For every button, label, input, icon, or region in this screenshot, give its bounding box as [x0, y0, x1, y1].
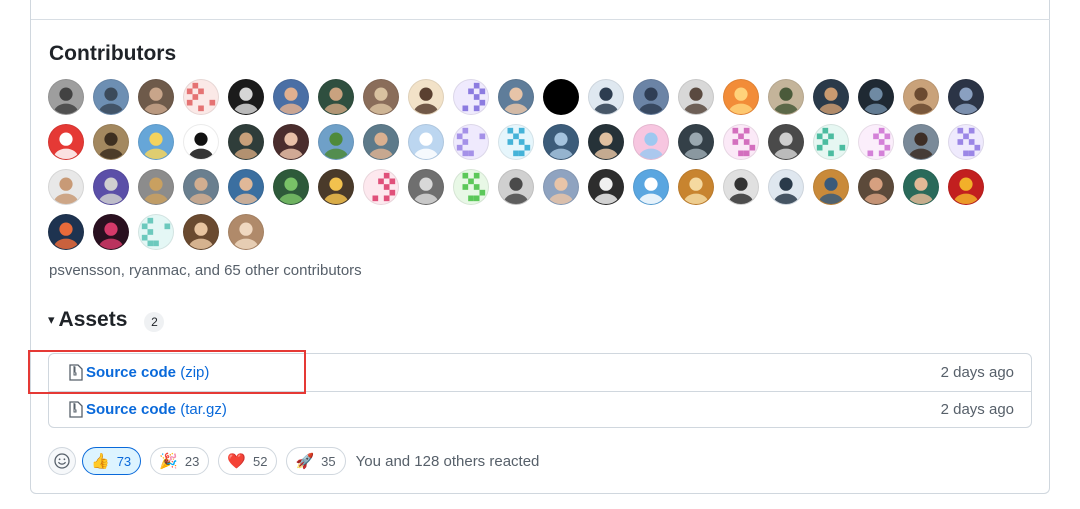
contributor-avatar[interactable] [273, 79, 309, 115]
contributor-avatar[interactable] [678, 79, 714, 115]
asset-link-tar-gz[interactable]: Source code (tar.gz) [86, 401, 227, 418]
contributor-avatar[interactable] [363, 169, 399, 205]
contributor-avatar[interactable] [498, 169, 534, 205]
highlight-annotation-box [28, 350, 306, 394]
reaction-count: 35 [321, 453, 336, 469]
smiley-icon [54, 453, 70, 469]
contributor-avatar[interactable] [813, 169, 849, 205]
section-divider [31, 19, 1050, 20]
asset-date: 2 days ago [940, 364, 1014, 381]
contributor-avatar[interactable] [453, 169, 489, 205]
contributor-avatar[interactable] [813, 124, 849, 160]
contributor-avatar[interactable] [633, 169, 669, 205]
assets-header[interactable]: ▾ Assets 2 [48, 308, 165, 332]
contributor-avatar[interactable] [183, 79, 219, 115]
contributor-avatar[interactable] [183, 214, 219, 250]
contributor-avatar[interactable] [318, 124, 354, 160]
contributor-avatar[interactable] [903, 169, 939, 205]
contributor-avatar[interactable] [858, 169, 894, 205]
caret-down-icon[interactable]: ▾ [48, 312, 55, 328]
contributor-avatar[interactable] [408, 124, 444, 160]
contributor-avatar[interactable] [93, 214, 129, 250]
contributor-avatar[interactable] [633, 124, 669, 160]
contributor-avatar[interactable] [948, 79, 984, 115]
contributor-avatar[interactable] [228, 124, 264, 160]
reaction-thumbs-up[interactable]: 👍 73 [82, 447, 142, 475]
contributors-avatar-list [48, 79, 988, 250]
rocket-icon: 🚀 [295, 452, 315, 470]
add-reaction-button[interactable] [48, 447, 76, 475]
contributor-avatar[interactable] [228, 214, 264, 250]
contributor-avatar[interactable] [678, 169, 714, 205]
contributor-avatar[interactable] [768, 79, 804, 115]
party-popper-icon: 🎉 [159, 452, 178, 470]
contributor-avatar[interactable] [93, 79, 129, 115]
contributor-avatar[interactable] [588, 124, 624, 160]
contributor-avatar[interactable] [363, 79, 399, 115]
reaction-count: 23 [184, 453, 200, 469]
contributor-avatar[interactable] [408, 79, 444, 115]
contributor-avatar[interactable] [498, 79, 534, 115]
reactions-bar: 👍 73 🎉 23 ❤️ 52 🚀 35 You and 128 others … [48, 447, 539, 475]
contributor-avatar[interactable] [138, 169, 174, 205]
contributor-avatar[interactable] [363, 124, 399, 160]
contributor-avatar[interactable] [228, 169, 264, 205]
contributor-avatar[interactable] [48, 79, 84, 115]
contributor-avatar[interactable] [183, 169, 219, 205]
assets-count-badge: 2 [144, 312, 165, 332]
thumbs-up-icon: 👍 [91, 452, 110, 470]
reactions-summary: You and 128 others reacted [355, 452, 540, 470]
contributor-avatar[interactable] [678, 124, 714, 160]
assets-title[interactable]: Assets [59, 308, 128, 332]
contributor-avatar[interactable] [543, 79, 579, 115]
contributor-avatar[interactable] [813, 79, 849, 115]
contributor-avatar[interactable] [948, 169, 984, 205]
contributor-avatar[interactable] [453, 79, 489, 115]
contributor-avatar[interactable] [138, 79, 174, 115]
contributor-avatar[interactable] [543, 169, 579, 205]
contributor-avatar[interactable] [768, 124, 804, 160]
contributor-avatar[interactable] [633, 79, 669, 115]
asset-date: 2 days ago [940, 401, 1014, 418]
file-zip-icon [69, 401, 83, 418]
contributor-avatar[interactable] [723, 79, 759, 115]
contributors-summary[interactable]: psvensson, ryanmac, and 65 other contrib… [49, 262, 362, 279]
contributor-avatar[interactable] [903, 124, 939, 160]
contributor-avatar[interactable] [498, 124, 534, 160]
reaction-count: 52 [253, 453, 268, 469]
contributor-avatar[interactable] [48, 214, 84, 250]
contributor-avatar[interactable] [273, 169, 309, 205]
contributor-avatar[interactable] [588, 79, 624, 115]
contributor-avatar[interactable] [48, 169, 84, 205]
contributor-avatar[interactable] [948, 124, 984, 160]
contributor-avatar[interactable] [93, 124, 129, 160]
asset-row[interactable]: Source code (tar.gz) 2 days ago [49, 391, 1031, 428]
contributor-avatar[interactable] [318, 79, 354, 115]
contributor-avatar[interactable] [903, 79, 939, 115]
contributor-avatar[interactable] [858, 124, 894, 160]
contributor-avatar[interactable] [48, 124, 84, 160]
contributor-avatar[interactable] [588, 169, 624, 205]
contributor-avatar[interactable] [723, 169, 759, 205]
contributor-avatar[interactable] [318, 169, 354, 205]
contributor-avatar[interactable] [138, 214, 174, 250]
reaction-heart[interactable]: ❤️ 52 [218, 447, 278, 475]
reaction-count: 73 [116, 453, 132, 469]
contributor-avatar[interactable] [228, 79, 264, 115]
contributor-avatar[interactable] [183, 124, 219, 160]
heart-icon: ❤️ [227, 452, 246, 470]
contributor-avatar[interactable] [138, 124, 174, 160]
reaction-rocket[interactable]: 🚀 35 [286, 447, 346, 475]
contributors-title: Contributors [49, 42, 177, 65]
contributor-avatar[interactable] [723, 124, 759, 160]
contributor-avatar[interactable] [768, 169, 804, 205]
contributor-avatar[interactable] [93, 169, 129, 205]
contributor-avatar[interactable] [858, 79, 894, 115]
reaction-hooray[interactable]: 🎉 23 [150, 447, 210, 475]
contributor-avatar[interactable] [408, 169, 444, 205]
contributor-avatar[interactable] [273, 124, 309, 160]
contributor-avatar[interactable] [453, 124, 489, 160]
contributor-avatar[interactable] [543, 124, 579, 160]
